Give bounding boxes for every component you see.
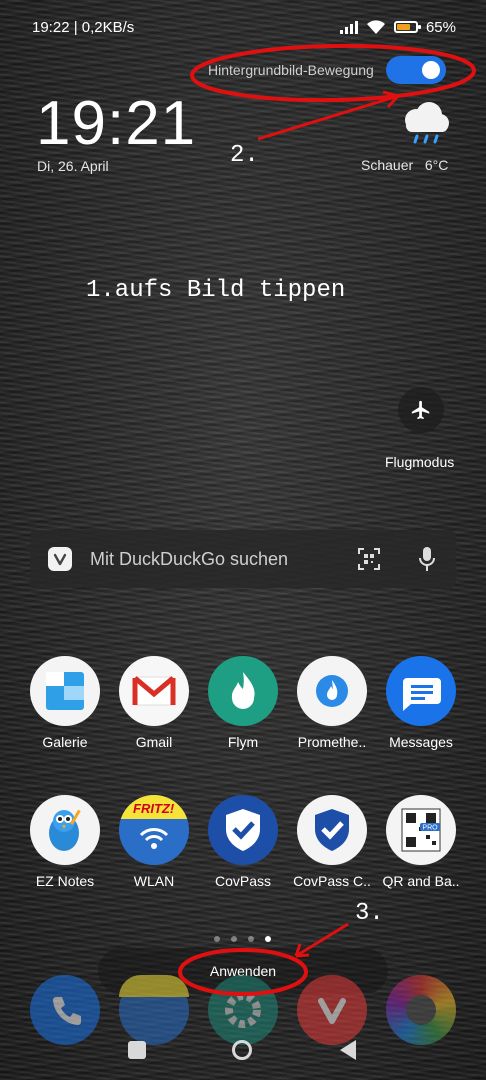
- gallery-icon: [30, 656, 100, 726]
- airplane-mode-label: Flugmodus: [385, 454, 455, 470]
- wifi-icon: [366, 20, 385, 34]
- qr-scan-icon[interactable]: [358, 548, 380, 570]
- back-button[interactable]: [340, 1040, 356, 1060]
- page-dot: [214, 936, 220, 942]
- annotation-step-3: 3.: [355, 900, 384, 927]
- app-label: Galerie: [42, 734, 88, 750]
- app-label: EZ Notes: [35, 873, 95, 889]
- fritz-wlan-icon: FRITZ!: [119, 795, 189, 865]
- annotation-step-2: 2.: [230, 142, 259, 169]
- settings-icon[interactable]: [208, 975, 278, 1045]
- wallpaper-motion-toggle-row[interactable]: Hintergrundbild-Bewegung: [208, 56, 446, 84]
- wallpaper-motion-label: Hintergrundbild-Bewegung: [208, 62, 374, 78]
- airplane-mode-button[interactable]: [398, 387, 444, 433]
- flym-flame-icon: [208, 656, 278, 726]
- app-ez-notes[interactable]: EZ Notes: [25, 795, 105, 889]
- wallpaper-motion-switch[interactable]: [385, 56, 446, 84]
- battery-percent: 65%: [425, 18, 456, 36]
- recents-button[interactable]: [128, 1041, 146, 1059]
- app-label: CovPass: [214, 873, 272, 889]
- app-wlan[interactable]: FRITZ! WLAN: [114, 795, 194, 889]
- navigation-bar: [0, 1038, 486, 1066]
- gmail-icon: [119, 656, 189, 726]
- battery-icon: [393, 21, 421, 33]
- app-label: WLAN: [133, 873, 175, 889]
- ez-notes-bird-icon: [30, 795, 100, 865]
- app-galerie[interactable]: Galerie: [25, 656, 105, 750]
- signal-icon: [339, 20, 358, 34]
- app-flym[interactable]: Flym: [203, 656, 283, 750]
- airplane-icon: [411, 400, 430, 420]
- messages-icon: [386, 656, 456, 726]
- weather-text[interactable]: Schauer 6°C: [361, 157, 448, 173]
- app-label: Promethe..: [297, 734, 367, 750]
- app-label: Messages: [389, 734, 453, 750]
- app-qr-barcode[interactable]: PRO QR and Ba..: [381, 795, 461, 889]
- search-input[interactable]: Mit DuckDuckGo suchen: [90, 549, 358, 570]
- app-gmail[interactable]: Gmail: [114, 656, 194, 750]
- clock-date[interactable]: Di, 26. April: [37, 158, 109, 174]
- page-indicator: [214, 936, 271, 942]
- covpass-check-shield-icon: [297, 795, 367, 865]
- search-bar[interactable]: Mit DuckDuckGo suchen: [30, 530, 456, 588]
- page-dot-active: [265, 936, 271, 942]
- svg-text:PRO: PRO: [422, 825, 438, 832]
- microphone-icon[interactable]: [418, 546, 436, 572]
- vivaldi-icon[interactable]: [297, 975, 367, 1045]
- app-covpass[interactable]: CovPass: [203, 795, 283, 889]
- prometheus-icon: [297, 656, 367, 726]
- app-label: QR and Ba..: [382, 873, 460, 889]
- covpass-shield-icon: [208, 795, 278, 865]
- status-bar: 19:22 | 0,2KB/s 65%: [32, 14, 456, 40]
- app-covpass-check[interactable]: CovPass C..: [292, 795, 372, 889]
- page-dot: [231, 936, 237, 942]
- page-dot: [248, 936, 254, 942]
- app-messages[interactable]: Messages: [381, 656, 461, 750]
- status-time-speed: 19:22 | 0,2KB/s: [32, 18, 135, 36]
- status-icons: 65%: [339, 18, 456, 36]
- annotation-step-1: 1.aufs Bild tippen: [86, 277, 346, 304]
- app-label: Gmail: [135, 734, 173, 750]
- qr-code-pro-icon: PRO: [386, 795, 456, 865]
- phone-icon[interactable]: [30, 975, 100, 1045]
- app-label: Flym: [227, 734, 259, 750]
- browser-icon[interactable]: [386, 975, 456, 1045]
- rain-cloud-icon[interactable]: [396, 100, 452, 148]
- home-button[interactable]: [232, 1040, 252, 1060]
- switch-knob: [421, 61, 440, 79]
- app-prometheus[interactable]: Promethe..: [292, 656, 372, 750]
- fritz-fon-icon[interactable]: [119, 975, 189, 1045]
- app-label: CovPass C..: [293, 873, 371, 889]
- clock-time[interactable]: 19:21: [36, 88, 196, 159]
- vivaldi-logo-icon: [48, 547, 72, 571]
